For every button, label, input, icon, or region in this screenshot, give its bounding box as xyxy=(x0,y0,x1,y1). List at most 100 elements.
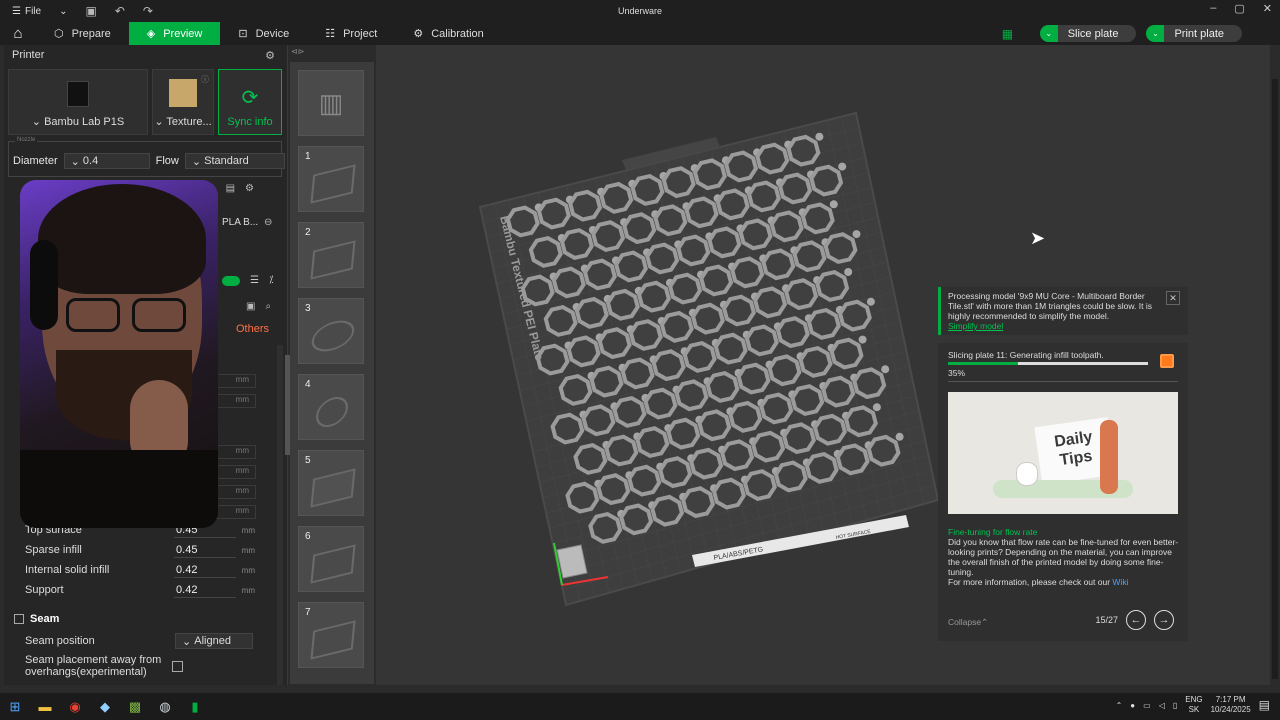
compare-icon[interactable]: ⁒ xyxy=(269,275,274,286)
honeycomb-cell xyxy=(568,189,603,222)
home-icon[interactable]: ⌂ xyxy=(0,22,36,45)
param-unit: mm xyxy=(241,565,255,575)
honeycomb-cell xyxy=(829,337,864,370)
clock[interactable]: 7:17 PM 10/24/2025 xyxy=(1211,695,1251,715)
next-tip-button[interactable]: → xyxy=(1154,610,1174,630)
settings-scrollbar[interactable] xyxy=(277,345,291,685)
honeycomb-cell xyxy=(728,400,763,433)
save-icon[interactable]: ▣ xyxy=(85,4,96,18)
minimize-icon[interactable]: – xyxy=(1210,2,1216,15)
volume-icon[interactable]: ◁ xyxy=(1159,701,1165,710)
scrollbar-thumb[interactable] xyxy=(1272,79,1278,679)
battery-icon[interactable]: ▯ xyxy=(1173,701,1177,710)
app-icon[interactable]: ◆ xyxy=(90,693,120,720)
gear-icon[interactable]: ⚙ xyxy=(265,49,275,62)
seam-position-select[interactable]: ⌄ Aligned xyxy=(175,633,253,649)
honeycomb-cell xyxy=(596,473,631,506)
diameter-label: Diameter xyxy=(13,155,58,167)
flow-label: Flow xyxy=(155,155,179,167)
language-indicator[interactable]: ENG SK xyxy=(1185,695,1202,715)
honeycomb-cell xyxy=(746,180,781,213)
notifications-icon[interactable]: ▤ xyxy=(1259,698,1270,712)
param-row: Internal solid infill 0.42 mm xyxy=(25,562,255,578)
webcam-hair xyxy=(38,184,206,294)
printer-selector[interactable]: ⌄ Bambu Lab P1S xyxy=(8,69,148,135)
tab-calibration[interactable]: ⚙ Calibration xyxy=(395,22,501,45)
nozzle-caption: Nozzle xyxy=(15,137,38,143)
param-input[interactable]: 0.42 xyxy=(174,562,236,578)
honeycomb-node xyxy=(852,230,861,239)
maximize-icon[interactable]: ▢ xyxy=(1234,2,1244,15)
filament-preset[interactable]: PLA B... xyxy=(222,217,258,228)
bar-chart-icon: ▥ xyxy=(318,87,344,118)
param-name: Internal solid infill xyxy=(25,564,110,576)
remove-filament-icon[interactable]: ⊖ xyxy=(264,217,272,228)
file-explorer-icon[interactable]: ▬ xyxy=(30,693,60,720)
honeycomb-cell xyxy=(761,248,796,281)
gear-icon[interactable]: ⚙ xyxy=(245,183,254,194)
collapse-sidebar-icon[interactable]: ⊲⊳ xyxy=(291,47,304,56)
plate-thumbnail-7[interactable]: 7 xyxy=(298,602,364,668)
plate-thumbnail-3[interactable]: 3 xyxy=(298,298,364,364)
plate-type: Texture... xyxy=(166,116,212,128)
collapse-tips-button[interactable]: Collapse⌃ xyxy=(948,617,988,628)
viewport-scrollbar[interactable] xyxy=(1270,45,1280,685)
close-icon[interactable]: ✕ xyxy=(1166,291,1180,305)
printer-thumbnail xyxy=(67,81,89,107)
bambu-studio-icon[interactable]: ▮ xyxy=(180,693,210,720)
tip-title[interactable]: Fine-tuning for flow rate xyxy=(948,527,1037,537)
info-icon[interactable]: ⓘ xyxy=(201,74,209,85)
param-input[interactable]: 0.42 xyxy=(174,582,236,598)
app-icon[interactable]: ◍ xyxy=(150,693,180,720)
diameter-select[interactable]: ⌄ 0.4 xyxy=(63,153,150,169)
plate-number: 2 xyxy=(305,227,311,238)
plate-overview[interactable]: ▥ xyxy=(298,70,364,136)
param-row: Sparse infill 0.45 mm xyxy=(25,542,255,558)
wiki-link[interactable]: Wiki xyxy=(1112,577,1128,587)
plate-thumbnail-5[interactable]: 5 xyxy=(298,450,364,516)
chevron-down-icon[interactable]: ⌄ xyxy=(1146,25,1165,42)
notice-text: Processing model '9x9 MU Core - Multiboa… xyxy=(948,291,1152,321)
seam-away-checkbox[interactable] xyxy=(172,661,183,672)
sync-info-button[interactable]: ⟳ Sync info xyxy=(218,69,282,135)
previous-tip-button[interactable]: ← xyxy=(1126,610,1146,630)
print-plate-label: Print plate xyxy=(1174,27,1224,40)
param-input[interactable]: 0.45 xyxy=(174,542,236,558)
advanced-toggle[interactable] xyxy=(222,275,240,286)
plate-thumbnail-6[interactable]: 6 xyxy=(298,526,364,592)
chevron-up-icon[interactable]: ⌃ xyxy=(1116,701,1123,710)
network-icon[interactable]: ▭ xyxy=(1143,701,1151,710)
multi-device-icon[interactable]: ▦ xyxy=(1002,27,1016,41)
print-plate-button[interactable]: ⌄ Print plate xyxy=(1146,25,1242,42)
tab-prepare[interactable]: ⬡ Prepare xyxy=(36,22,129,45)
app-icon[interactable]: ▩ xyxy=(120,693,150,720)
plate-thumbnail-2[interactable]: 2 xyxy=(298,222,364,288)
plate-thumbnail-4[interactable]: 4 xyxy=(298,374,364,440)
stop-slicing-button[interactable] xyxy=(1160,354,1174,368)
honeycomb-cell xyxy=(612,395,647,428)
simplify-model-link[interactable]: Simplify model xyxy=(948,321,1180,331)
webcam-overlay xyxy=(20,180,218,528)
filament-set-icon[interactable]: ▤ xyxy=(226,183,235,194)
save-preset-icon[interactable]: ▣ xyxy=(246,301,255,312)
param-row: Support 0.42 mm xyxy=(25,582,255,598)
slice-plate-button[interactable]: ⌄ Slice plate xyxy=(1039,25,1137,42)
undo-icon[interactable]: ↶ xyxy=(115,4,125,18)
plate-type-selector[interactable]: ⓘ ⌄ Texture... xyxy=(152,69,214,135)
list-icon[interactable]: ☰ xyxy=(250,275,259,286)
tab-preview[interactable]: ◈ Preview xyxy=(128,22,221,45)
microphone-icon[interactable]: ● xyxy=(1130,701,1135,710)
tab-others[interactable]: Others xyxy=(236,323,269,335)
tab-device[interactable]: ⊡ Device xyxy=(220,22,307,45)
honeycomb-cell xyxy=(591,220,626,253)
flow-select[interactable]: ⌄ Standard xyxy=(184,153,285,169)
chrome-icon[interactable]: ◉ xyxy=(60,693,90,720)
close-icon[interactable]: ✕ xyxy=(1263,2,1272,15)
chevron-down-icon[interactable]: ⌄ xyxy=(1039,25,1058,42)
redo-icon[interactable]: ↷ xyxy=(143,4,153,18)
file-menu[interactable]: ☰ File ⌄ xyxy=(0,6,67,17)
plate-thumbnail-1[interactable]: 1 xyxy=(298,146,364,212)
windows-start-icon[interactable]: ⊞ xyxy=(0,693,30,720)
tab-project[interactable]: ☷ Project xyxy=(307,22,395,45)
search-icon[interactable]: ⌕ xyxy=(265,301,271,312)
